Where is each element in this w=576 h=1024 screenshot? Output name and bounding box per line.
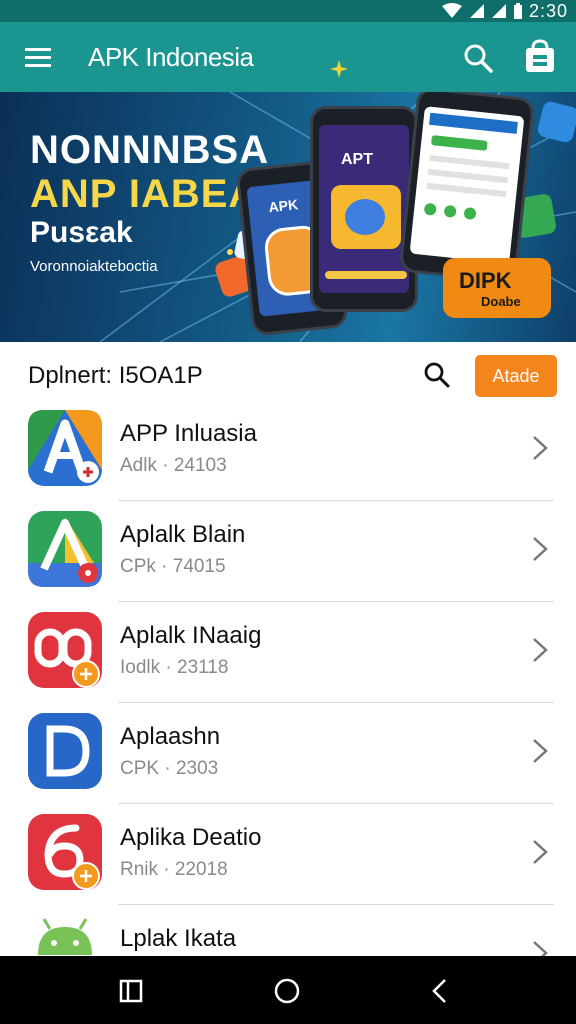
filter-row: Dplnert: I5OA1P Atade xyxy=(0,342,576,408)
menu-button[interactable] xyxy=(22,42,54,72)
banner-headline-3: Pusεak xyxy=(30,216,133,249)
promo-banner[interactable]: NONNNBSA ANP IABEASII Pusεak Voronnoiakt… xyxy=(0,92,576,342)
app-name: Aplalk INaaig xyxy=(120,622,262,649)
app-meta: CPk · 74015 xyxy=(120,556,226,577)
list-item[interactable]: Aplika Deatio Rnik · 22018 xyxy=(0,804,576,905)
battery-icon xyxy=(513,3,522,19)
phone-mockup-center: APT xyxy=(310,106,418,312)
chevron-right-icon xyxy=(533,739,548,763)
app-name: Aplalk Blain xyxy=(120,521,246,548)
phone-label: APK xyxy=(267,196,299,216)
banner-headline-1: NONNNBSA xyxy=(30,128,270,172)
list-item[interactable]: Aplaashn CPK · 2303 xyxy=(0,703,576,804)
infinity-logo-icon xyxy=(28,612,102,688)
app-bar: APK Indonesia xyxy=(0,22,576,92)
filter-label: Dplnert: I5OA1P xyxy=(28,362,203,389)
phone-illustration xyxy=(345,199,385,235)
app-meta: Iodlk · 23118 xyxy=(120,657,229,678)
app-meta: Rnik · 22018 xyxy=(120,859,228,880)
app-name: APP Inluasia xyxy=(120,420,257,447)
phone-mockup-right xyxy=(398,92,536,284)
hamburger-icon xyxy=(25,48,51,67)
chevron-right-icon xyxy=(533,638,548,662)
list-item[interactable]: APP Inluasia Adlk · 24103 xyxy=(0,400,576,501)
status-time: 2:30 xyxy=(528,0,568,21)
back-icon[interactable] xyxy=(425,976,455,1006)
signal-icon xyxy=(491,4,506,18)
promo-badge-button[interactable]: DIPK Doabe xyxy=(443,258,551,318)
search-icon[interactable] xyxy=(422,360,452,390)
status-bar: 2:30 xyxy=(0,0,576,22)
sparkle-icon xyxy=(330,60,348,78)
recents-icon[interactable] xyxy=(116,976,146,1006)
list-item[interactable]: Aplalk INaaig Iodlk · 23118 xyxy=(0,602,576,703)
phone-bottom-bar xyxy=(325,271,407,279)
app-meta: CPK · 2303 xyxy=(120,758,219,779)
six-logo-icon xyxy=(28,814,102,890)
promo-badge-title: DIPK xyxy=(459,268,512,293)
search-icon[interactable] xyxy=(460,40,496,76)
system-nav-bar xyxy=(0,956,576,1024)
store-bag-icon[interactable] xyxy=(522,38,558,76)
a-logo-icon xyxy=(28,410,102,486)
promo-badge-subtitle: Doabe xyxy=(481,294,521,309)
list-item[interactable]: Aplalk Blain CPk · 74015 xyxy=(0,501,576,602)
d-logo-icon xyxy=(28,713,102,789)
status-icons: 2:30 xyxy=(441,0,568,22)
app-name: Lplak Ikata xyxy=(120,925,237,952)
app-name: Aplaashn xyxy=(120,723,221,750)
chevron-right-icon xyxy=(533,537,548,561)
app-meta: Adlk · 24103 xyxy=(120,455,227,476)
app-title: APK Indonesia xyxy=(88,42,254,72)
app-name: Aplika Deatio xyxy=(120,824,262,851)
chevron-right-icon xyxy=(533,436,548,460)
wifi-icon xyxy=(441,3,462,18)
triangle-logo-icon xyxy=(28,511,102,587)
home-icon[interactable] xyxy=(272,976,302,1006)
chevron-right-icon xyxy=(533,840,548,864)
phone-label: APT xyxy=(341,151,373,168)
signal-icon xyxy=(469,4,484,18)
banner-caption: Voronnoiakteboctia xyxy=(30,258,158,275)
filter-action-button[interactable]: Atade xyxy=(475,355,557,397)
